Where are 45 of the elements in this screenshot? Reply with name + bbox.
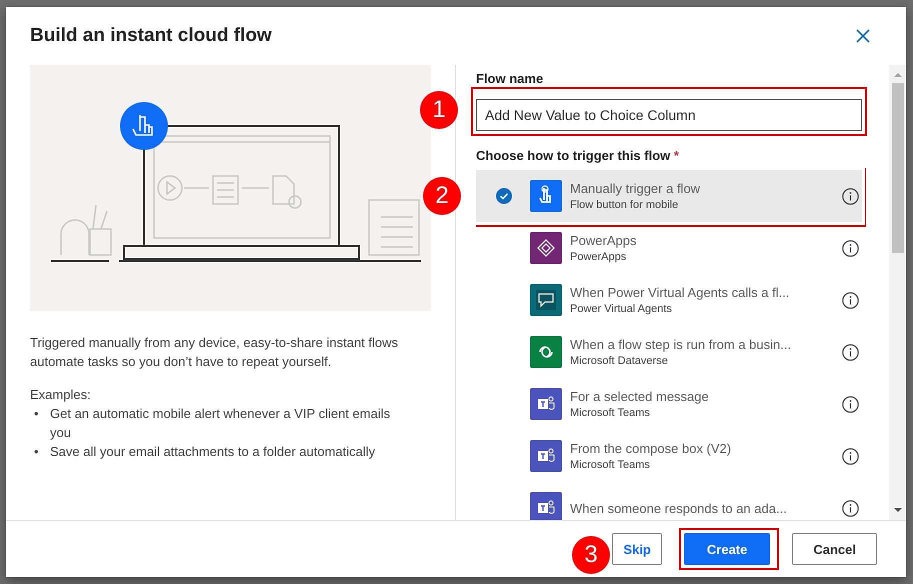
description-text: Triggered manually from any device, easy-to-share instant flows automate tasks so you don’t have to repeat yourself. (30, 334, 400, 371)
create-button[interactable]: Create (684, 533, 770, 565)
trigger-option[interactable]: Manually trigger a flow Flow button for mobile (476, 170, 862, 222)
cancel-button[interactable]: Cancel (792, 533, 877, 565)
info-icon[interactable] (842, 240, 859, 256)
scrollbar[interactable] (889, 65, 906, 520)
info-icon[interactable] (842, 344, 859, 360)
trigger-subtitle: Power Virtual Agents (570, 303, 673, 315)
trigger-option[interactable]: From the compose box (V2) Microsoft Teams (476, 430, 862, 482)
example-item: Get an automatic mobile alert whenever a VIP client emails you (50, 405, 392, 442)
trigger-title: Manually trigger a flow (570, 181, 702, 196)
field-label: Choose how to trigger this flow (476, 148, 670, 163)
trigger-option[interactable]: For a selected message Microsoft Teams (476, 378, 862, 430)
trigger-title: When a flow step is run from a busin... (570, 337, 792, 352)
field-label: Flow name (476, 71, 544, 86)
bullet: • (34, 443, 40, 461)
info-icon[interactable] (842, 500, 859, 516)
dialog-title: Build an instant cloud flow (30, 25, 272, 47)
step-number-badge: 3 (572, 536, 610, 574)
trigger-option[interactable]: When someone responds to an ada... (476, 482, 862, 520)
trigger-title: PowerApps (570, 233, 638, 248)
required-mark: * (674, 148, 679, 163)
example-item: Save all your email attachments to a folder automatically (50, 443, 376, 461)
selected-check-icon (496, 188, 512, 204)
trigger-title: When Power Virtual Agents calls a fl... (570, 285, 790, 300)
trigger-subtitle: Microsoft Teams (570, 407, 651, 419)
trigger-title: For a selected message (570, 389, 710, 404)
info-icon[interactable] (842, 292, 859, 308)
trigger-title: When someone responds to an ada... (570, 500, 788, 516)
examples-label: Examples: (30, 386, 92, 404)
info-icon[interactable] (842, 448, 859, 464)
trigger-option[interactable]: When a flow step is run from a busin... Microsoft Dataverse (476, 326, 862, 378)
trigger-option[interactable]: When Power Virtual Agents calls a fl... Power Virtual Agents (476, 274, 862, 326)
flow-name-field[interactable]: Add New Value to Choice Column (476, 99, 862, 131)
trigger-subtitle: PowerApps (570, 251, 628, 263)
trigger-subtitle: Flow button for mobile (570, 199, 680, 211)
step-number-badge: 2 (423, 177, 461, 215)
info-icon[interactable] (842, 188, 859, 204)
info-icon[interactable] (842, 396, 859, 412)
trigger-option[interactable]: PowerApps PowerApps (476, 222, 862, 274)
bullet: • (34, 405, 40, 423)
trigger-subtitle: Microsoft Dataverse (570, 355, 669, 367)
trigger-subtitle: Microsoft Teams (570, 459, 651, 471)
skip-button[interactable]: Skip (612, 533, 662, 565)
trigger-title: From the compose box (V2) (570, 441, 732, 456)
